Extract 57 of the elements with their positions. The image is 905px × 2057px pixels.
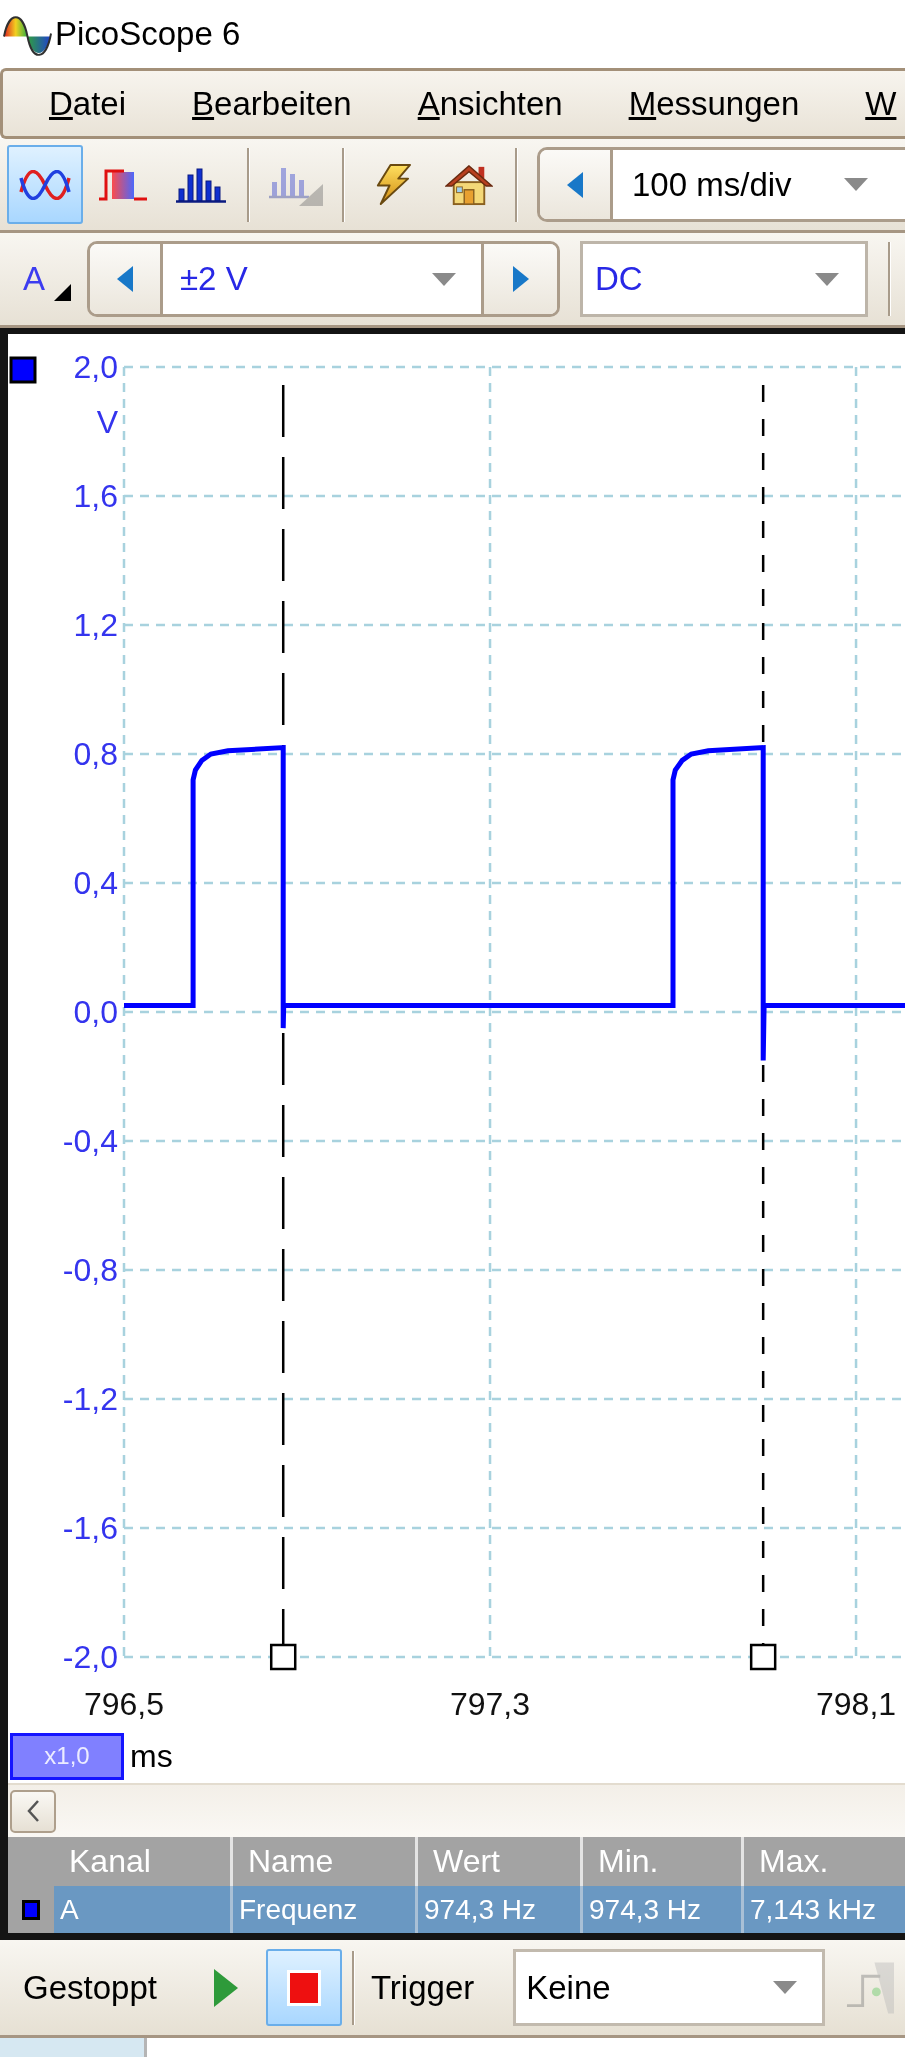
stop-icon xyxy=(286,1969,321,2006)
table-cell: 974,3 Hz xyxy=(580,1886,741,1933)
y-axis-label: 2,0 xyxy=(73,349,118,385)
table-cell-text: A xyxy=(59,1892,80,1927)
y-axis-label: 1,2 xyxy=(73,607,118,643)
chevron-left-icon xyxy=(26,1799,40,1823)
y-axis-label: -2,0 xyxy=(62,1639,118,1675)
pulse-icon xyxy=(98,168,148,201)
zoom-factor-label: x1,0 xyxy=(10,1733,124,1780)
menu-item[interactable]: Bearbeiten xyxy=(192,83,352,124)
step-left-button[interactable] xyxy=(90,244,163,314)
home-icon xyxy=(445,163,493,206)
scroll-left-button[interactable] xyxy=(10,1789,56,1833)
menu-item[interactable]: W xyxy=(865,83,897,124)
x-axis-label: 796,5 xyxy=(83,1686,165,1722)
time-ruler[interactable] xyxy=(269,385,297,1671)
left-arrow-icon xyxy=(117,266,133,292)
y-axis-label: -1,2 xyxy=(62,1381,118,1417)
window-title: PicoScope 6 xyxy=(55,14,241,54)
y-axis-label: 0,8 xyxy=(73,736,118,772)
y-axis-unit: V xyxy=(96,404,118,440)
y-axis-label: 1,6 xyxy=(73,478,118,514)
y-axis-label: 0,0 xyxy=(73,994,118,1030)
dropdown-arrow-icon xyxy=(844,178,868,191)
caret-icon xyxy=(54,283,71,301)
table-cell: 974,3 Hz xyxy=(415,1886,580,1933)
table-cell: Frequenz xyxy=(230,1886,415,1933)
x-axis-label: 797,3 xyxy=(450,1686,531,1722)
left-arrow-icon xyxy=(567,171,583,198)
x-axis-label: 798,1 xyxy=(816,1686,897,1722)
trigger-step-icon xyxy=(844,1961,894,2014)
right-arrow-icon xyxy=(512,266,529,292)
sine-wave-icon xyxy=(19,169,71,200)
dropdown-arrow-icon xyxy=(432,272,456,286)
y-axis-label: -0,8 xyxy=(62,1252,118,1288)
coupling-dropdown[interactable]: DC xyxy=(580,241,868,317)
play-icon xyxy=(213,1968,238,2007)
trigger-label: Trigger xyxy=(370,1967,475,2008)
step-left-button[interactable] xyxy=(540,150,613,219)
bar-chart-icon xyxy=(176,166,226,203)
x-axis-unit: ms xyxy=(130,1737,173,1776)
menu-item[interactable]: Ansichten xyxy=(417,83,563,124)
menu-item[interactable]: Datei xyxy=(49,83,127,124)
time-ruler[interactable] xyxy=(749,385,777,1671)
stop-button[interactable] xyxy=(265,1949,342,2026)
y-axis-label: 0,4 xyxy=(73,865,118,901)
menu-item[interactable]: Messungen xyxy=(628,83,800,124)
view-mode-button[interactable] xyxy=(7,145,83,224)
table-cell: 7,143 kHz xyxy=(741,1886,905,1933)
dropdown-arrow-icon xyxy=(815,272,839,286)
channel-button[interactable]: A xyxy=(16,239,78,319)
y-axis-label: -1,6 xyxy=(62,1510,118,1546)
step-right-button[interactable] xyxy=(481,244,557,314)
dropdown-arrow-icon xyxy=(773,1981,798,1994)
trigger-dropdown[interactable]: Keine xyxy=(513,1949,826,2026)
y-axis-label: -0,4 xyxy=(62,1123,118,1159)
status-text: Gestoppt xyxy=(23,1967,157,2008)
